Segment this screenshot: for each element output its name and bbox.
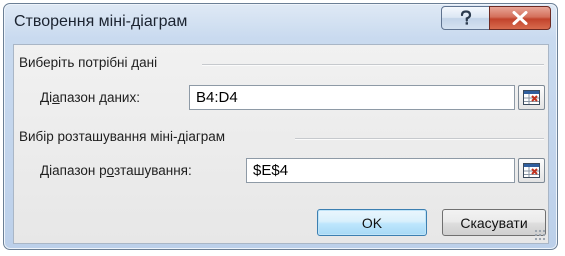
close-button[interactable] (489, 6, 551, 30)
question-icon (460, 10, 471, 25)
dialog-title: Створення міні-діаграм (14, 13, 188, 30)
cancel-button[interactable]: Скасувати (442, 209, 546, 236)
data-range-input[interactable]: B4:D4 (189, 85, 515, 110)
range-select-icon (523, 90, 540, 105)
help-button[interactable] (441, 6, 490, 30)
location-group-divider (295, 138, 544, 140)
ok-button[interactable]: OK (317, 209, 427, 236)
sparkline-dialog: Створення міні-діаграм Виберіть потрібні… (3, 3, 558, 250)
data-range-picker-button[interactable] (518, 85, 545, 110)
location-range-label: Діапазон розташування: (40, 163, 192, 178)
data-range-label: Діапазон даних: (40, 90, 140, 105)
data-group-divider (202, 64, 544, 66)
location-range-input[interactable]: $E$4 (246, 158, 515, 183)
location-group-title: Вибір розташування міні-діаграм (19, 129, 226, 144)
location-range-picker-button[interactable] (518, 158, 545, 183)
data-group-title: Виберіть потрібні дані (19, 55, 158, 70)
range-select-icon (523, 163, 540, 178)
close-icon (512, 11, 528, 25)
dialog-content: Виберіть потрібні дані Діапазон даних: B… (13, 44, 549, 244)
resize-grip[interactable] (534, 229, 546, 241)
